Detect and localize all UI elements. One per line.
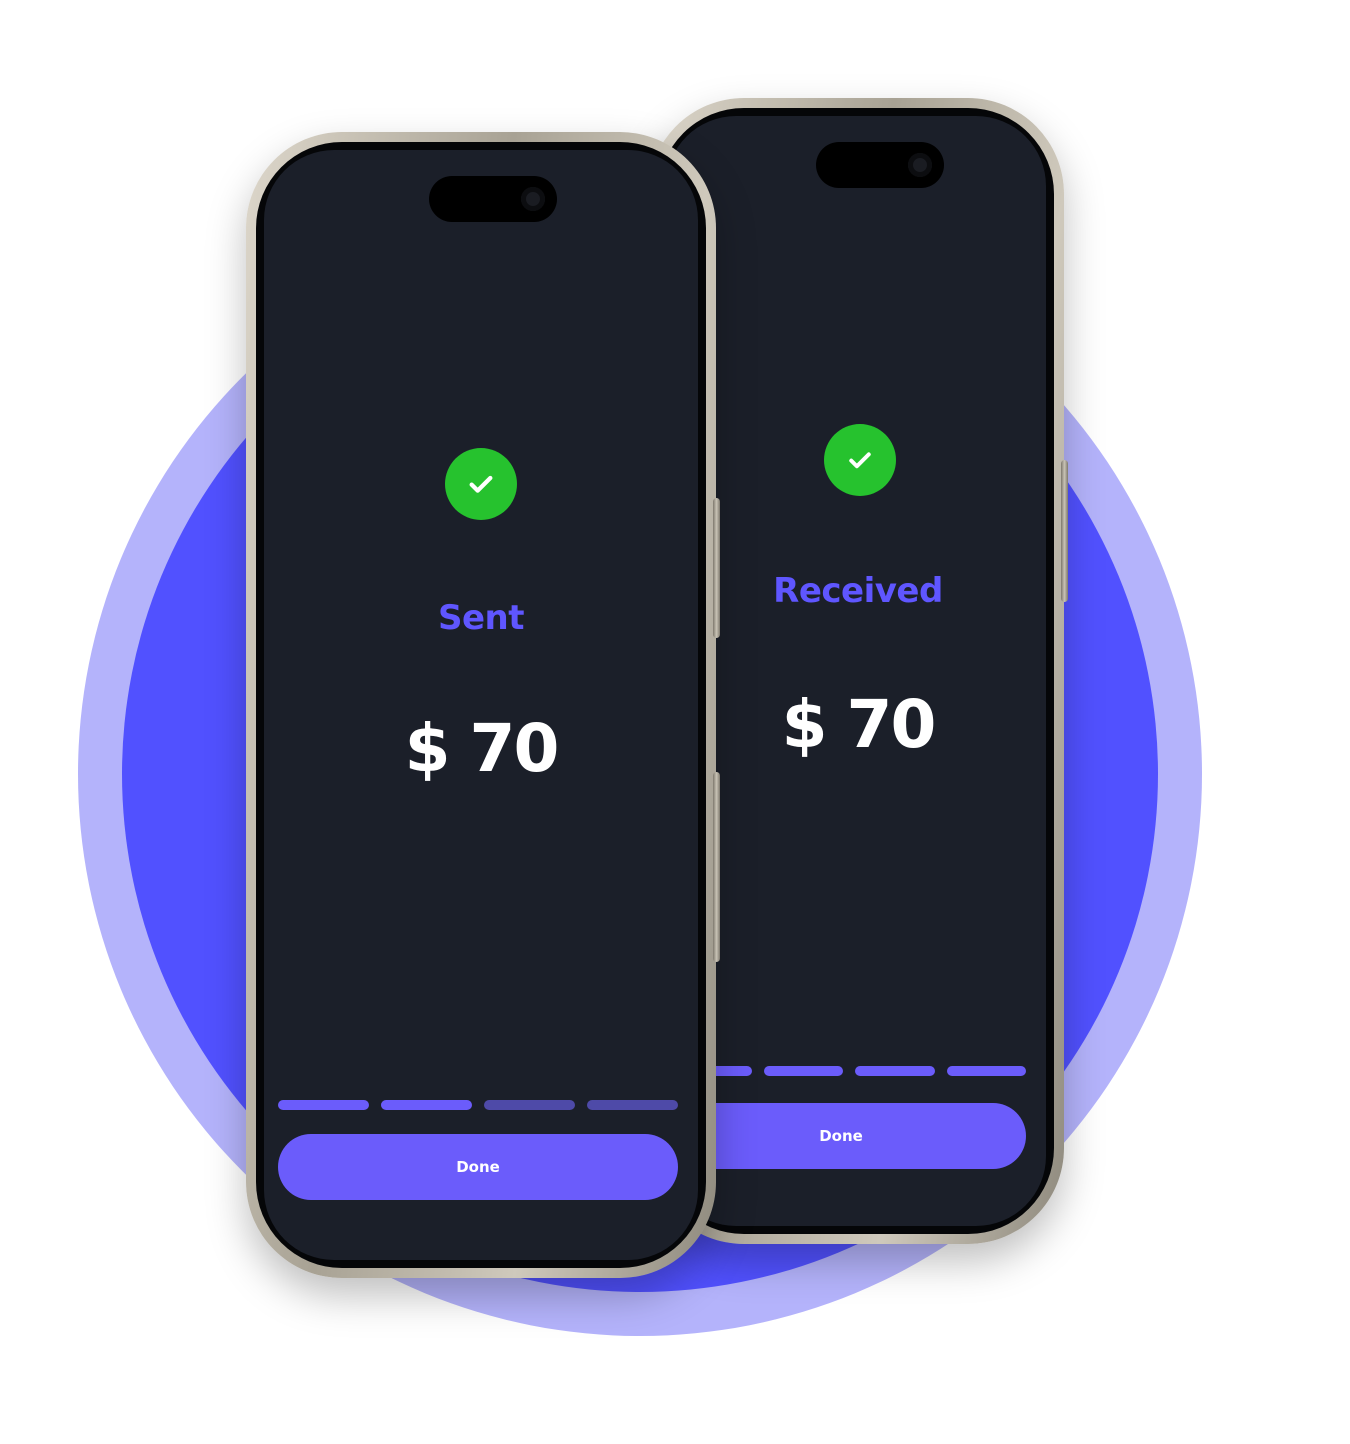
done-button[interactable]: Done <box>278 1134 678 1200</box>
amount-value: $ 70 <box>781 686 937 763</box>
dynamic-island <box>429 176 557 222</box>
progress-segment <box>278 1100 369 1110</box>
progress-bar <box>672 1066 1026 1076</box>
phone-sent: Sent $ 70 Done <box>246 132 720 1278</box>
done-button[interactable]: Done <box>666 1103 1026 1169</box>
progress-segment <box>763 1066 843 1076</box>
screen-sent: Sent $ 70 Done <box>264 150 698 1260</box>
progress-segment <box>484 1100 575 1110</box>
progress-bar <box>278 1100 678 1110</box>
progress-segment <box>587 1100 678 1110</box>
camera-icon <box>521 187 545 211</box>
screen-received: Received $ 70 Done <box>666 116 1046 1226</box>
side-button <box>713 498 720 638</box>
status-title: Sent <box>437 598 525 638</box>
side-button <box>1061 460 1068 602</box>
progress-segment <box>946 1066 1026 1076</box>
check-circle-icon <box>824 424 896 496</box>
check-circle-icon <box>445 448 517 520</box>
power-button <box>713 772 720 962</box>
status-title: Received <box>773 571 943 611</box>
progress-segment <box>855 1066 935 1076</box>
amount-value: $ 70 <box>404 710 560 787</box>
progress-segment <box>381 1100 472 1110</box>
camera-icon <box>908 153 932 177</box>
dynamic-island <box>816 142 944 188</box>
